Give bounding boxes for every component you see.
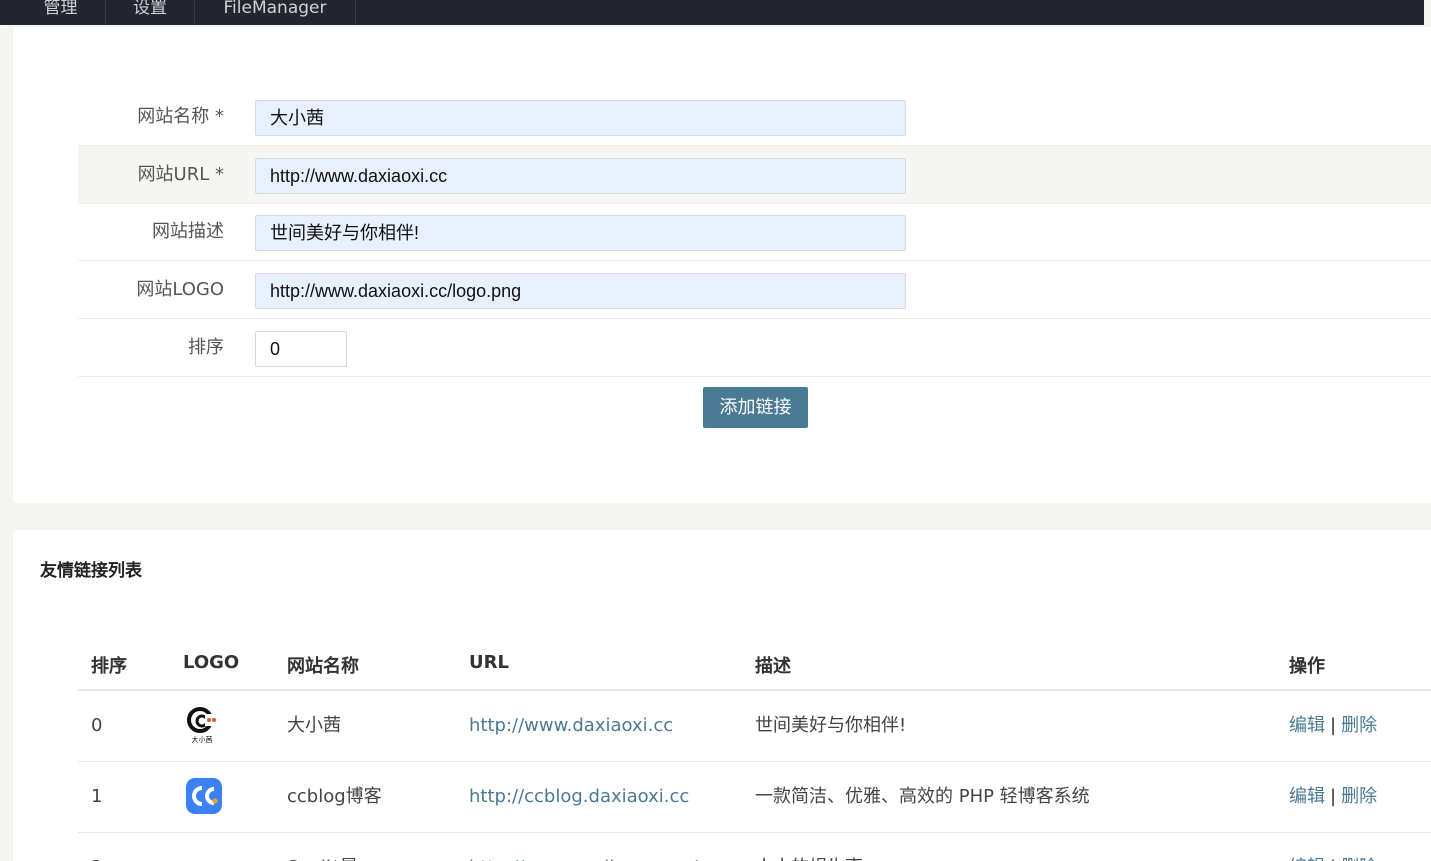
header-url: URL — [469, 652, 509, 673]
cell-desc: 一款简洁、优雅、高效的 PHP 轻博客系统 — [755, 786, 1090, 807]
cell-order: 2 — [91, 833, 102, 861]
order-input[interactable]: 0 — [255, 331, 347, 367]
cell-ops: 编辑|删除 — [1289, 762, 1377, 832]
ops-separator: | — [1325, 857, 1341, 861]
cell-ops: 编辑|删除 — [1289, 833, 1377, 861]
header-name: 网站名称 — [287, 656, 359, 677]
ops-separator: | — [1330, 786, 1337, 807]
table-row: 1 ccblog博客 http://ccblog.daxiaoxi.cc 一款简… — [78, 762, 1431, 833]
nav-item-manage[interactable]: 管理 — [16, 0, 106, 25]
logo-caption: 大小茜 — [192, 735, 213, 744]
cell-name: ccblog博客 — [287, 786, 382, 807]
link-list-card: 友情链接列表 排序 LOGO 网站名称 URL 描述 操作 0 大小茜 大小茜 … — [13, 530, 1431, 861]
form-row-order: 排序 0 — [78, 319, 1431, 377]
scroll-edge — [1424, 0, 1431, 25]
header-order: 排序 — [91, 656, 127, 677]
logo-input[interactable]: http://www.daxiaoxi.cc/logo.png — [255, 273, 906, 309]
cell-order: 1 — [91, 786, 103, 807]
cell-url-link[interactable]: http://www.daxiaoxi.cc — [469, 691, 673, 761]
form-row-logo: 网站LOGO http://www.daxiaoxi.cc/logo.png — [78, 261, 1431, 319]
delete-link[interactable]: 删除 — [1341, 786, 1377, 807]
table-row: 2 - Snail*晏 http://www.snailyan.com/ 小小的… — [78, 833, 1431, 861]
list-title: 友情链接列表 — [40, 561, 142, 581]
form-row-name: 网站名称 * 大小茜 — [78, 88, 1431, 146]
form-row-url: 网站URL * http://www.daxiaoxi.cc — [78, 146, 1431, 204]
cell-order: 0 — [91, 715, 103, 736]
nav-item-filemanager[interactable]: FileManager — [195, 0, 356, 25]
edit-link[interactable]: 编辑 — [1289, 715, 1325, 736]
desc-label: 网站描述 — [152, 221, 224, 242]
cell-ops: 编辑|删除 — [1289, 691, 1377, 761]
header-logo: LOGO — [183, 652, 240, 673]
top-nav: 管理 设置 FileManager — [0, 0, 1424, 25]
header-desc: 描述 — [755, 656, 791, 677]
form-row-desc: 网站描述 世间美好与你相伴! — [78, 203, 1431, 261]
edit-link[interactable]: 编辑 — [1289, 857, 1325, 861]
delete-link[interactable]: 删除 — [1341, 715, 1377, 736]
cell-name: 大小茜 — [287, 715, 341, 736]
ops-separator: | — [1330, 715, 1337, 736]
cell-url-link[interactable]: http://ccblog.daxiaoxi.cc — [469, 762, 689, 832]
edit-link[interactable]: 编辑 — [1289, 786, 1325, 807]
name-label: 网站名称 * — [137, 106, 224, 127]
logo-label: 网站LOGO — [136, 279, 224, 300]
delete-link[interactable]: 删除 — [1341, 857, 1377, 861]
table-row: 0 大小茜 大小茜 http://www.daxiaoxi.cc 世间美好与你相… — [78, 691, 1431, 762]
cell-desc: 小小的蜗牛壳 — [755, 833, 863, 861]
ccblog-logo-icon — [186, 778, 222, 814]
nav-item-settings[interactable]: 设置 — [106, 0, 195, 25]
daxiaoxi-logo-icon: 大小茜 — [187, 707, 217, 744]
name-input[interactable]: 大小茜 — [255, 100, 906, 136]
url-input[interactable]: http://www.daxiaoxi.cc — [255, 158, 906, 194]
add-link-form: 网站名称 * 大小茜 网站URL * http://www.daxiaoxi.c… — [13, 27, 1431, 503]
cell-name: Snail*晏 — [287, 833, 358, 861]
cell-desc: 世间美好与你相伴! — [755, 715, 907, 736]
cell-url-link[interactable]: http://www.snailyan.com/ — [469, 833, 698, 861]
desc-input[interactable]: 世间美好与你相伴! — [255, 215, 906, 251]
order-label: 排序 — [188, 337, 224, 358]
cell-logo: - — [186, 833, 193, 861]
header-ops: 操作 — [1289, 656, 1325, 677]
add-link-button[interactable]: 添加链接 — [703, 387, 808, 428]
url-label: 网站URL * — [137, 164, 224, 185]
